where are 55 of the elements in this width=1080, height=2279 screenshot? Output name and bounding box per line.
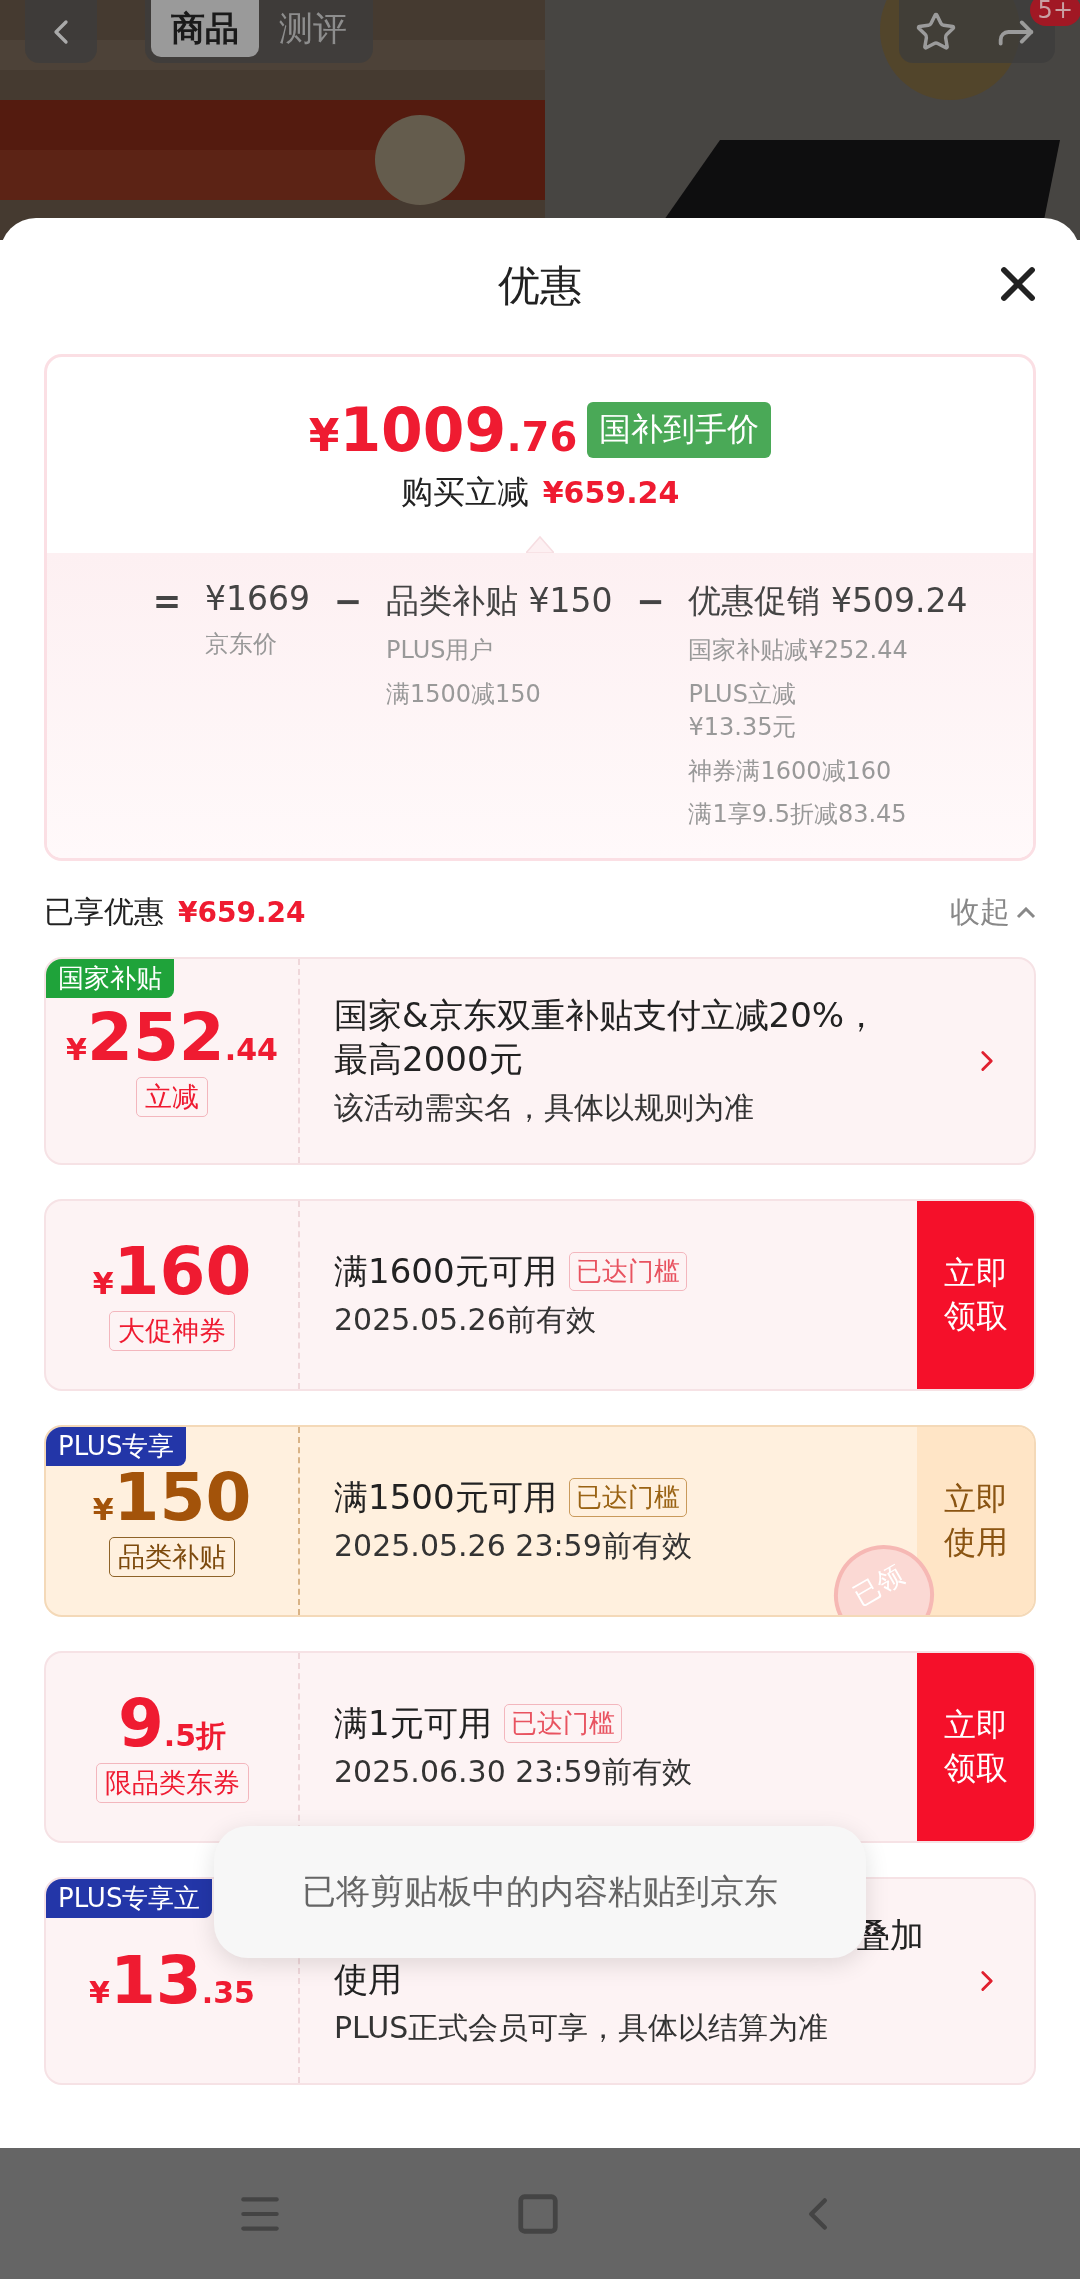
back-button[interactable] bbox=[25, 0, 97, 63]
breakdown-note: 京东价 bbox=[205, 629, 278, 660]
operator-sign: − bbox=[635, 580, 666, 623]
coupon-title: 满1500元可用 bbox=[334, 1476, 557, 1520]
coupon-tag: PLUS专享立 bbox=[46, 1878, 213, 1918]
coupon-action-button[interactable]: 立即使用 bbox=[917, 1426, 1034, 1615]
coupon-amount: 9.5折 bbox=[117, 1690, 227, 1757]
coupon-title: 国家&京东双重补贴支付立减20%，最高2000元 bbox=[334, 994, 880, 1082]
coupon-amount: ¥150 bbox=[92, 1464, 252, 1531]
breakdown-amount: ¥1669 bbox=[205, 579, 310, 618]
operator-sign: = bbox=[151, 580, 183, 623]
summary-amount: ¥659.24 bbox=[178, 896, 306, 930]
breakdown-amount: 优惠促销 ¥509.24 bbox=[688, 580, 968, 622]
breakdown-note: PLUS用户 bbox=[386, 635, 495, 666]
breakdown-note: PLUS立减¥13.35元 bbox=[688, 678, 798, 744]
final-price: ¥1009.76 bbox=[308, 395, 578, 465]
tab[interactable]: 商品 bbox=[151, 0, 259, 57]
coupon-subtitle: 该活动需实名，具体以规则为准 bbox=[334, 1088, 755, 1127]
coupon-tag: 国家补贴 bbox=[46, 958, 174, 998]
breakdown-note: 满1500减150 bbox=[386, 678, 542, 710]
notch-icon bbox=[526, 533, 554, 553]
coupon-label: 大促神券 bbox=[109, 1310, 235, 1351]
coupon-label: 品类补贴 bbox=[109, 1536, 235, 1577]
coupon-amount: ¥252.44 bbox=[66, 1004, 278, 1071]
tab[interactable]: 测评 bbox=[259, 0, 367, 57]
price-tag: 国补到手价 bbox=[587, 402, 772, 458]
coupon-label: 限品类东券 bbox=[95, 1762, 249, 1803]
coupon-subtitle: 2025.06.30 23:59前有效 bbox=[334, 1752, 693, 1791]
coupon-amount: ¥160 bbox=[92, 1238, 252, 1305]
coupon-label: 立减 bbox=[136, 1076, 208, 1117]
saving-amount: ¥659.24 bbox=[542, 475, 680, 510]
count-badge: 5+ bbox=[1029, 0, 1080, 26]
coupon-title: 满1元可用 bbox=[334, 1702, 492, 1746]
threshold-label: 已达门槛 bbox=[568, 1251, 687, 1291]
coupon-subtitle: PLUS正式会员可享，具体以结算为准 bbox=[334, 2008, 830, 2047]
chevron-up-icon bbox=[1016, 906, 1036, 919]
saving-label: 购买立减 bbox=[400, 472, 529, 513]
coupon-subtitle: 2025.05.26 23:59前有效 bbox=[334, 1526, 693, 1565]
sheet-title: 优惠 bbox=[498, 260, 582, 312]
coupon-tag: PLUS专享 bbox=[46, 1426, 187, 1466]
breakdown-note: 满1享9.5折减83.45 bbox=[688, 799, 908, 831]
threshold-label: 已达门槛 bbox=[568, 1477, 687, 1517]
breakdown-amount: 品类补贴 ¥150 bbox=[386, 580, 613, 622]
coupon-subtitle: 2025.05.26前有效 bbox=[334, 1300, 597, 1339]
threshold-label: 已达门槛 bbox=[503, 1703, 622, 1743]
breakdown-note: 国家补贴减¥252.44 bbox=[688, 635, 909, 666]
collapse-toggle[interactable]: 收起 bbox=[950, 892, 1036, 934]
summary-label: 已享优惠 bbox=[44, 893, 164, 932]
coupon-action-button[interactable]: 立即领取 bbox=[917, 1652, 1034, 1841]
star-icon[interactable] bbox=[915, 10, 957, 53]
coupon-title: 使用 bbox=[334, 1958, 402, 2002]
operator-sign: − bbox=[332, 580, 364, 623]
coupon-action-button[interactable]: 立即领取 bbox=[917, 1200, 1034, 1389]
coupon-title: 满1600元可用 bbox=[334, 1250, 557, 1294]
breakdown-note: 神券满1600减160 bbox=[688, 755, 893, 787]
